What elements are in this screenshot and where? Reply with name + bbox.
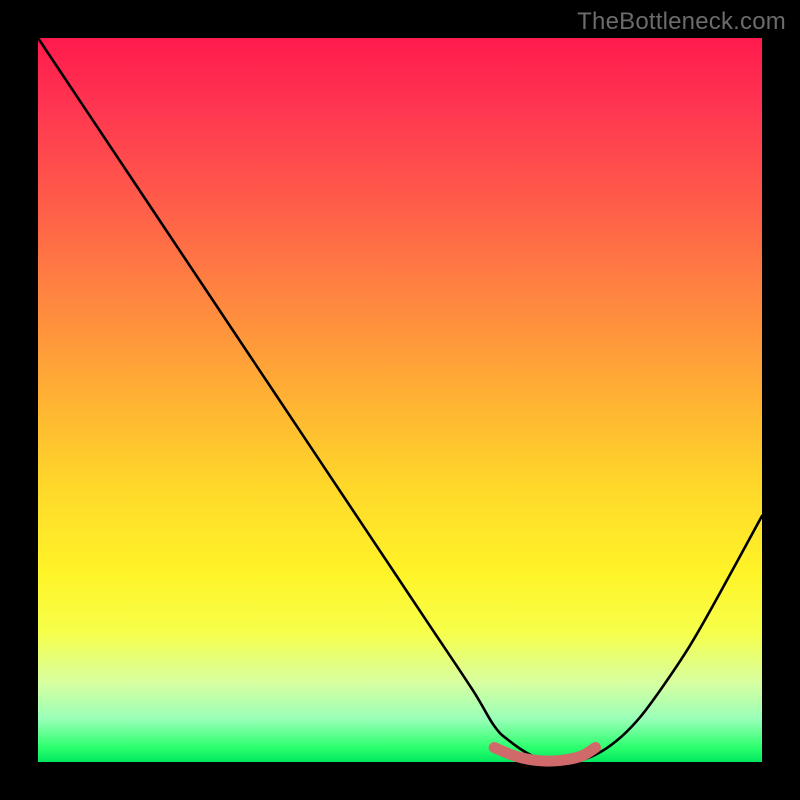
plot-area — [38, 38, 762, 762]
watermark-text: TheBottleneck.com — [577, 8, 786, 36]
bottleneck-curve — [38, 38, 762, 763]
curve-layer — [38, 38, 762, 762]
optimal-range-marker — [494, 748, 595, 762]
chart-frame: TheBottleneck.com — [0, 0, 800, 800]
